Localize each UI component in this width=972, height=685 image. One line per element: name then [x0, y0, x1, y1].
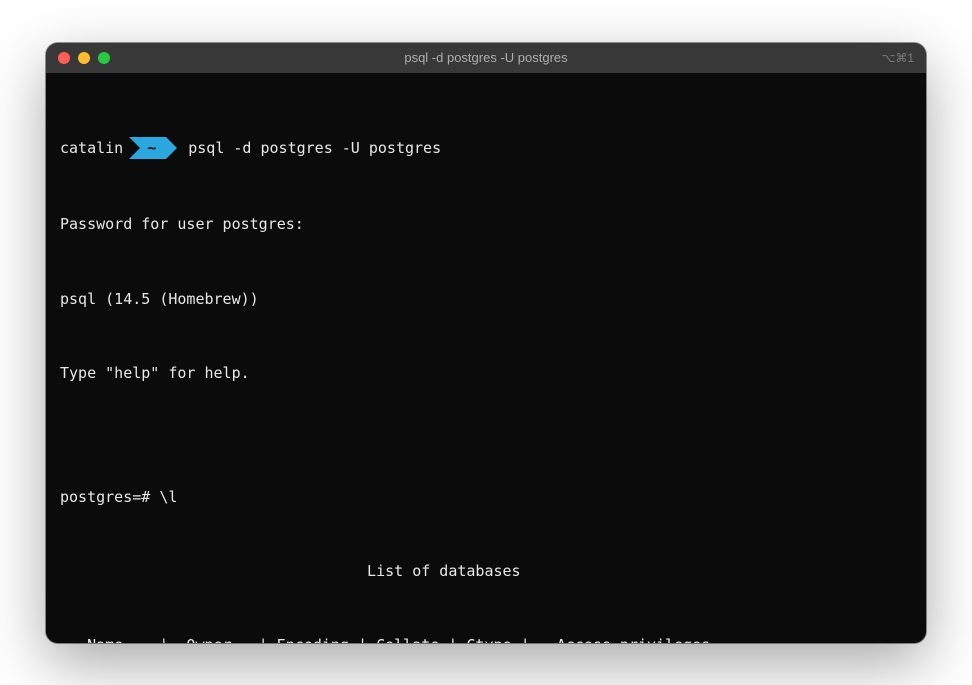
- traffic-lights: [58, 52, 110, 64]
- fullscreen-icon[interactable]: [98, 52, 110, 64]
- table-header: Name | Owner | Encoding | Collate | Ctyp…: [60, 633, 912, 643]
- help-hint: Type "help" for help.: [60, 361, 912, 386]
- table-title: List of databases: [60, 559, 912, 584]
- cwd-label: ~: [129, 137, 166, 159]
- window-shortcut: ⌥⌘1: [881, 51, 914, 65]
- close-icon[interactable]: [58, 52, 70, 64]
- shell-prompt-line: catalin ~ psql -d postgres -U postgres: [60, 136, 912, 161]
- titlebar: psql -d postgres -U postgres ⌥⌘1: [46, 43, 926, 73]
- cwd-badge: ~: [129, 137, 166, 159]
- terminal-window: psql -d postgres -U postgres ⌥⌘1 catalin…: [46, 43, 926, 643]
- terminal-body[interactable]: catalin ~ psql -d postgres -U postgres P…: [46, 73, 926, 643]
- list-command: postgres=# \l: [60, 485, 912, 510]
- minimize-icon[interactable]: [78, 52, 90, 64]
- prompt-user: catalin: [60, 136, 129, 161]
- password-prompt: Password for user postgres:: [60, 212, 912, 237]
- psql-version: psql (14.5 (Homebrew)): [60, 287, 912, 312]
- command-text: psql -d postgres -U postgres: [166, 136, 441, 161]
- window-title: psql -d postgres -U postgres: [46, 50, 926, 65]
